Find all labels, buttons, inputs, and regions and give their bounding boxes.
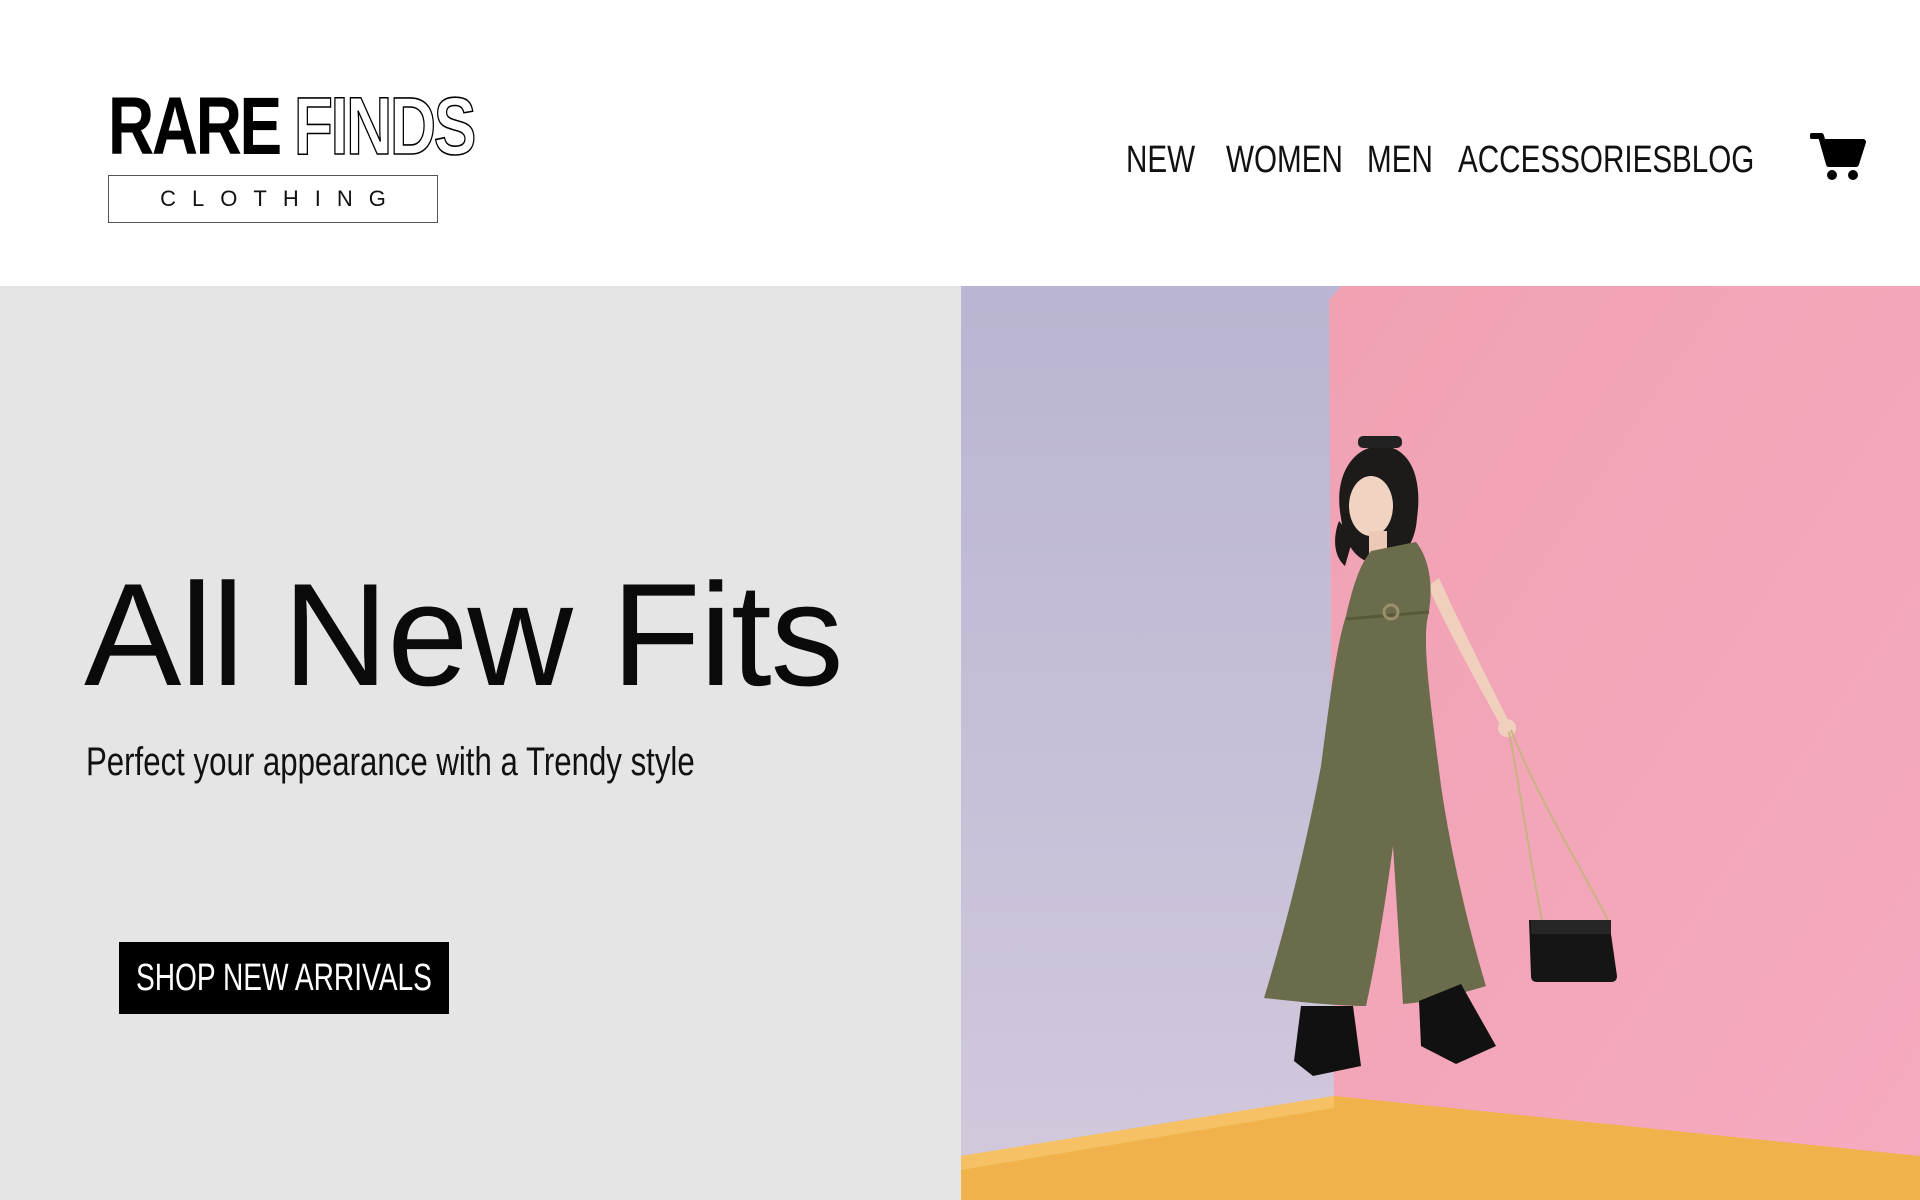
nav-item-new[interactable]: NEW <box>1126 139 1195 182</box>
brand-logo[interactable]: RARE FINDS CLOTHING <box>108 85 477 226</box>
logo-wordmark: RARE FINDS <box>108 85 477 169</box>
hero-image <box>961 286 1920 1200</box>
logo-subtitle-box: CLOTHING <box>108 175 438 223</box>
logo-subtitle: CLOTHING <box>160 186 402 211</box>
shop-new-arrivals-button[interactable]: SHOP NEW ARRIVALS <box>119 942 449 1014</box>
shopping-cart-icon[interactable] <box>1809 130 1866 182</box>
logo-word-rare: RARE <box>108 81 282 172</box>
shop-new-arrivals-label: SHOP NEW ARRIVALS <box>136 956 432 999</box>
site-header: RARE FINDS CLOTHING NEW WOMEN MEN ACCESSO… <box>0 0 1920 286</box>
logo-word-finds: FINDS <box>293 81 477 172</box>
nav-item-men[interactable]: MEN <box>1367 139 1433 182</box>
hero-subtitle: Perfect your appearance with a Trendy st… <box>86 740 695 784</box>
nav-item-blog[interactable]: BLOG <box>1672 139 1754 182</box>
hero-title: All New Fits <box>84 553 844 716</box>
nav-item-accessories[interactable]: ACCESSORIES <box>1458 139 1672 182</box>
nav-item-women[interactable]: WOMEN <box>1226 139 1343 182</box>
